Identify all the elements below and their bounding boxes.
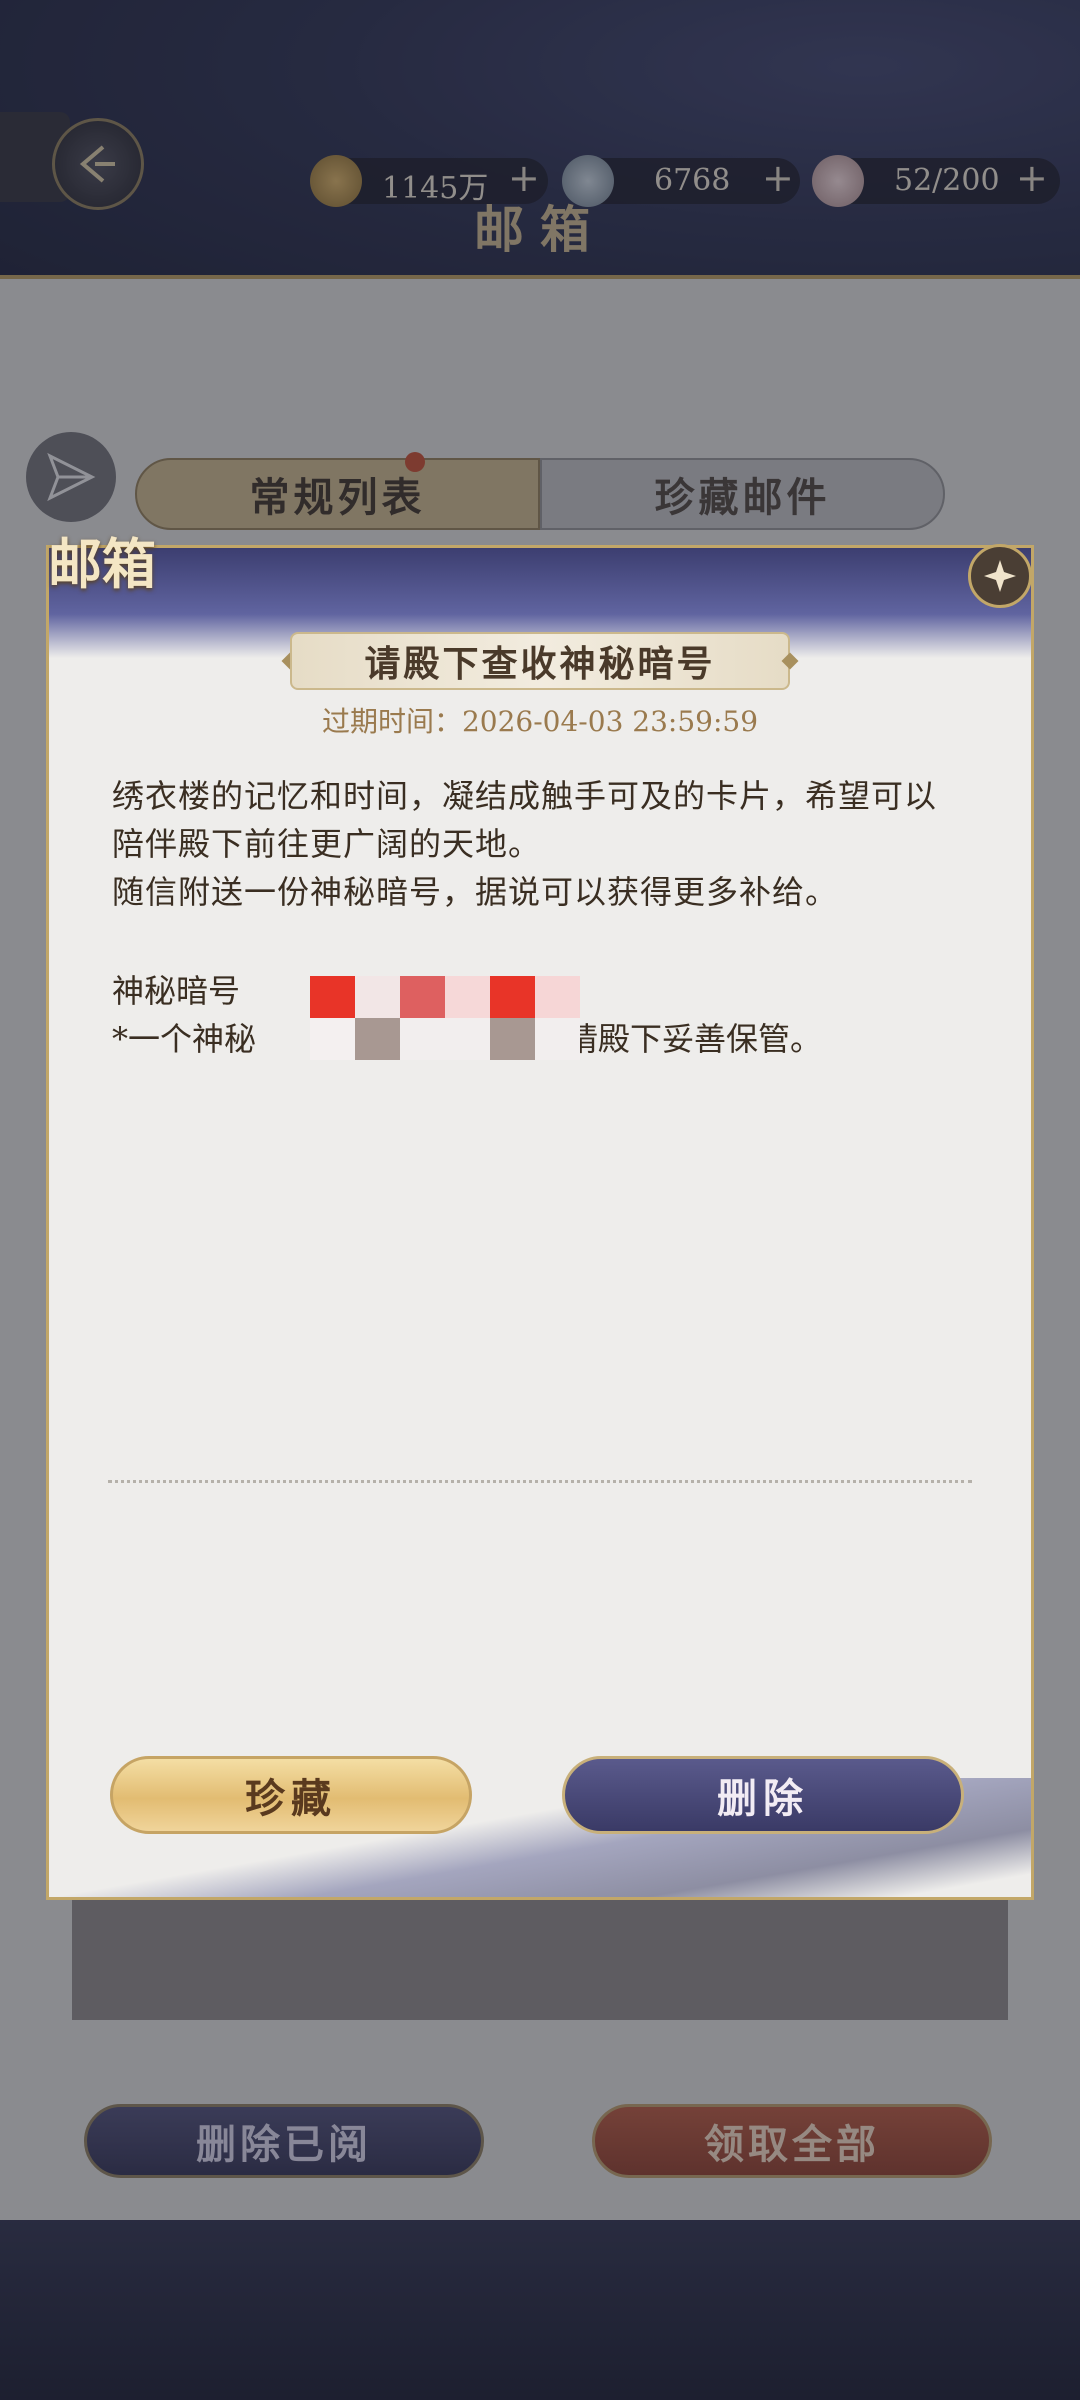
divider <box>108 1480 972 1483</box>
code-label: 神秘暗号 <box>112 972 241 1010</box>
code-note-head: *一个神秘 <box>112 1020 257 1058</box>
mail-detail-modal <box>46 545 1034 1900</box>
mail-body: 绣衣楼的记忆和时间，凝结成触手可及的卡片，希望可以 陪伴殿下前往更广阔的天地。 … <box>112 772 962 916</box>
close-button[interactable] <box>968 544 1032 608</box>
mail-body-line: 绣衣楼的记忆和时间，凝结成触手可及的卡片，希望可以 <box>112 777 938 815</box>
modal-corner-title: 邮箱 <box>48 532 156 596</box>
close-icon <box>984 560 1016 592</box>
delete-button[interactable]: 删除 <box>562 1756 964 1834</box>
mail-body-line: 陪伴殿下前往更广阔的天地。 <box>112 825 542 863</box>
mail-title: 请殿下查收神秘暗号 <box>290 632 790 690</box>
mail-body-line: 随信附送一份神秘暗号，据说可以获得更多补给。 <box>112 873 839 911</box>
redacted-code <box>310 976 580 1060</box>
code-note-tail: 请殿下妥善保管。 <box>566 1020 823 1058</box>
expire-time: 过期时间：2026-04-03 23:59:59 <box>321 705 759 738</box>
favorite-button[interactable]: 珍藏 <box>110 1756 472 1834</box>
